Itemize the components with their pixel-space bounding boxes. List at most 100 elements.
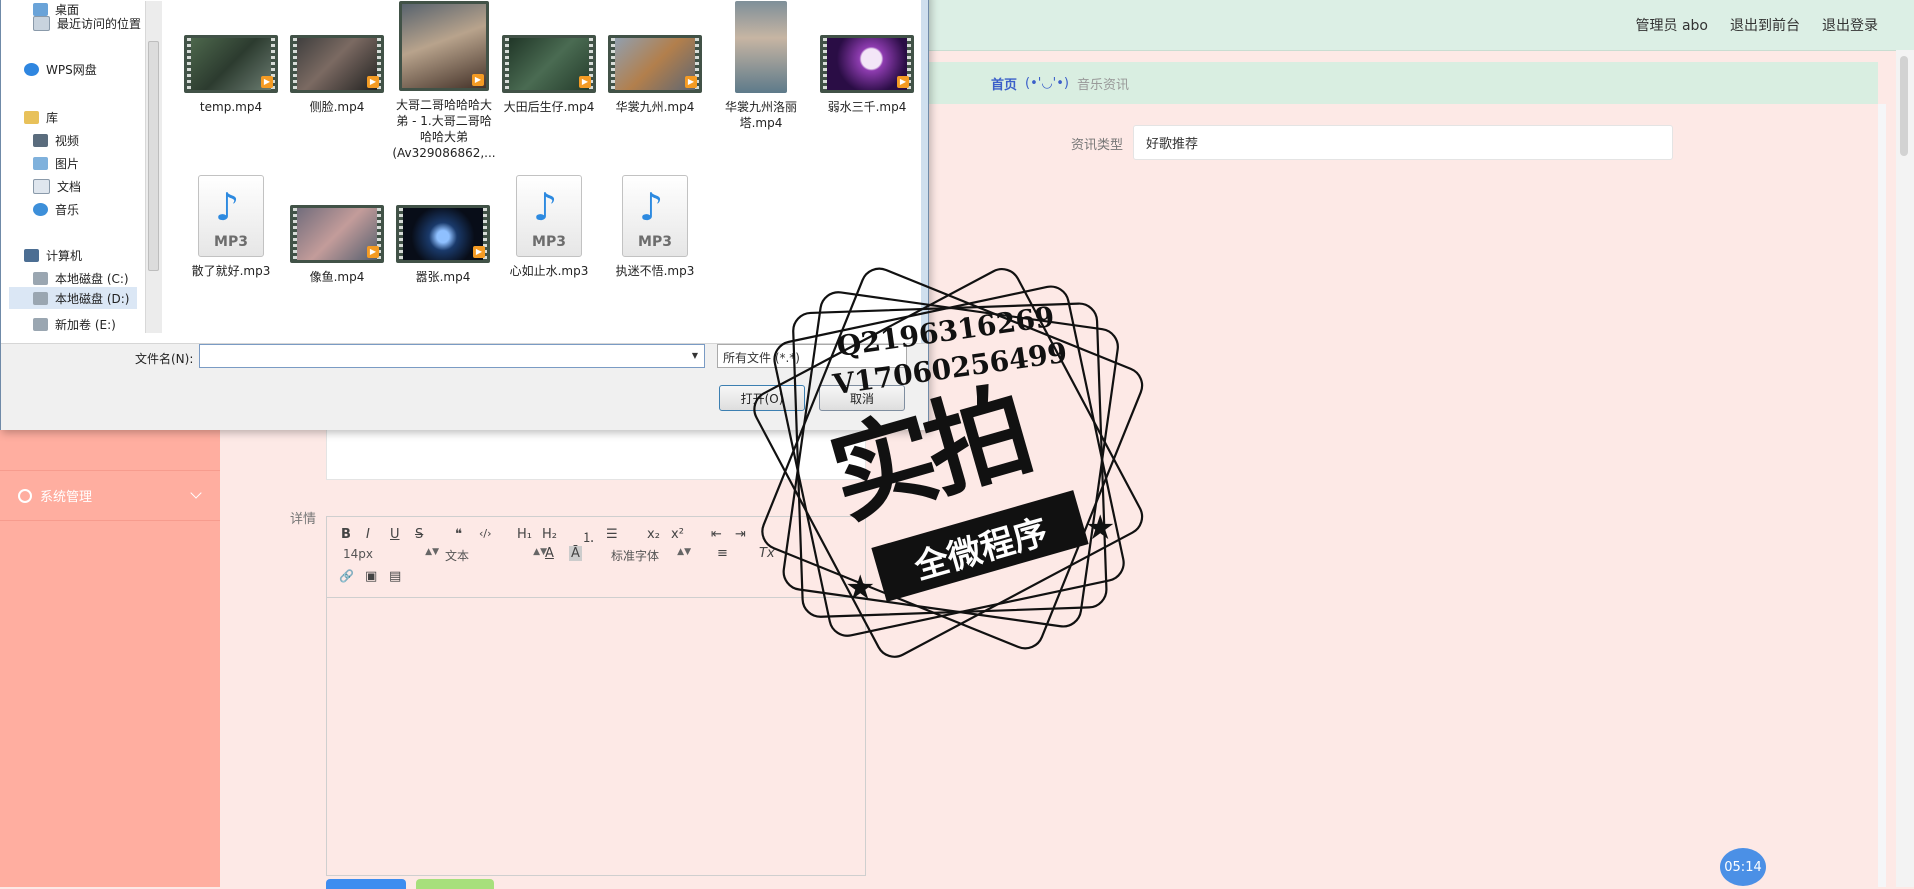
- superscript-button[interactable]: x²: [671, 527, 684, 542]
- breadcrumb-home[interactable]: 首页: [991, 74, 1017, 93]
- type-input[interactable]: 好歌推荐: [1133, 125, 1673, 160]
- sidebar-item-system[interactable]: 系统管理: [0, 471, 220, 521]
- italic-button[interactable]: I: [366, 527, 370, 542]
- top-bar-actions: 管理员 abo 退出到前台 退出登录: [1636, 15, 1878, 35]
- film-perforation: [505, 38, 509, 90]
- underline-button[interactable]: U: [390, 527, 400, 542]
- nav-scrollbar[interactable]: [145, 1, 162, 333]
- nav-label: WPS网盘: [46, 63, 97, 77]
- nav-drive-e[interactable]: 新加卷 (E:): [33, 316, 116, 333]
- nav-music[interactable]: 音乐: [33, 201, 79, 218]
- file-item[interactable]: ▶ 大田后生仔.mp4: [498, 35, 600, 115]
- ordered-list-button[interactable]: ⒈: [582, 527, 595, 546]
- dropdown-arrow-icon[interactable]: ▼: [692, 351, 698, 360]
- file-item[interactable]: ▶ 华裳九州.mp4: [604, 35, 706, 115]
- file-name: 散了就好.mp3: [191, 264, 271, 278]
- bullet-list-button[interactable]: ☰: [606, 527, 618, 542]
- logout-link[interactable]: 退出登录: [1822, 15, 1878, 35]
- sidebar-item-label: 系统管理: [40, 490, 93, 505]
- play-icon: ▶: [367, 246, 379, 258]
- file-item[interactable]: ▶ 嚣张.mp4: [392, 205, 494, 285]
- page-scrollbar[interactable]: [1896, 50, 1914, 887]
- library-icon: [24, 111, 39, 124]
- strike-button[interactable]: S: [415, 527, 423, 542]
- nav-label: 视频: [55, 134, 80, 148]
- submit-button[interactable]: [326, 879, 406, 889]
- h1-button[interactable]: H₁: [517, 527, 532, 542]
- font-family-value: 标准字体: [611, 549, 660, 563]
- film-perforation: [187, 38, 191, 90]
- drive-icon: [33, 272, 48, 285]
- nav-drive-d[interactable]: 本地磁盘 (D:): [9, 287, 137, 309]
- file-item[interactable]: 华裳九州洛丽塔.mp4: [710, 1, 812, 131]
- file-item[interactable]: ♪ MP3 执迷不悟.mp3: [604, 175, 706, 279]
- video-thumbnail: ▶: [290, 35, 384, 93]
- music-note-icon: [33, 203, 48, 216]
- format-select[interactable]: 文本 ▲▼: [445, 547, 547, 564]
- subscript-button[interactable]: x₂: [647, 527, 660, 542]
- nav-library[interactable]: 库: [24, 109, 58, 126]
- select-arrow-icon: ▲▼: [425, 547, 439, 557]
- link-button[interactable]: 🔗: [339, 569, 354, 583]
- video-button[interactable]: ▤: [389, 569, 401, 584]
- file-item[interactable]: ▶ temp.mp4: [180, 35, 282, 115]
- star-icon: ★: [845, 568, 876, 608]
- nav-label: 本地磁盘 (D:): [55, 291, 130, 306]
- quote-button[interactable]: ❝: [455, 527, 462, 542]
- format-value: 文本: [445, 549, 470, 563]
- computer-icon: [24, 249, 39, 262]
- detail-label: 详情: [290, 512, 317, 527]
- video-thumbnail: ▶: [502, 35, 596, 93]
- file-name: 嚣张.mp4: [415, 270, 471, 284]
- nav-videos[interactable]: 视频: [33, 132, 79, 149]
- cloud-icon: [24, 63, 39, 76]
- outdent-button[interactable]: ⇤: [711, 527, 722, 542]
- background-color-button[interactable]: Ā: [569, 546, 582, 561]
- page-scrollbar-thumb[interactable]: [1900, 56, 1908, 156]
- film-perforation: [611, 38, 615, 90]
- file-name: 大田后生仔.mp4: [503, 100, 595, 114]
- filename-label: 文件名(N):: [135, 352, 194, 366]
- code-button[interactable]: ‹/›: [479, 527, 492, 540]
- nav-recent[interactable]: 最近访问的位置: [33, 15, 141, 32]
- nav-scrollbar-thumb[interactable]: [148, 41, 159, 271]
- nav-wps[interactable]: WPS网盘: [24, 61, 97, 78]
- nav-label: 最近访问的位置: [57, 17, 142, 31]
- cancel-form-button[interactable]: [416, 879, 494, 889]
- settings-icon: [18, 488, 32, 503]
- file-name: 大哥二哥哈哈哈大弟 - 1.大哥二哥哈哈哈大弟(Av329086862,...: [392, 98, 496, 160]
- document-folder-icon: [33, 179, 50, 194]
- watermark-stamp: Q2196316269 V17060256499 实拍 全微程序 ★ ★: [740, 250, 1170, 680]
- file-item[interactable]: ♪ MP3 散了就好.mp3: [180, 175, 282, 279]
- exit-to-front-link[interactable]: 退出到前台: [1730, 15, 1800, 35]
- mp3-file-icon: ♪ MP3: [198, 175, 264, 257]
- content-edge: [1878, 104, 1886, 887]
- nav-label: 本地磁盘 (C:): [55, 272, 129, 286]
- play-icon: ▶: [472, 74, 484, 86]
- play-icon: ▶: [261, 76, 273, 88]
- file-item[interactable]: ▶ 像鱼.mp4: [286, 205, 388, 285]
- nav-drive-c[interactable]: 本地磁盘 (C:): [33, 270, 129, 287]
- file-item[interactable]: ▶ 大哥二哥哈哈哈大弟 - 1.大哥二哥哈哈哈大弟(Av329086862,..…: [392, 0, 496, 161]
- video-thumbnail: ▶: [396, 205, 490, 263]
- font-family-select[interactable]: 标准字体 ▲▼: [611, 547, 691, 564]
- filename-input[interactable]: ▼: [199, 344, 705, 368]
- h2-button[interactable]: H₂: [542, 527, 557, 542]
- select-arrow-icon: ▲▼: [677, 547, 692, 557]
- nav-pictures[interactable]: 图片: [33, 155, 79, 172]
- image-button[interactable]: ▣: [365, 569, 377, 584]
- align-button[interactable]: ≡: [717, 546, 728, 561]
- file-name: 华裳九州洛丽塔.mp4: [724, 100, 797, 130]
- film-perforation: [399, 208, 403, 260]
- font-color-button[interactable]: A: [545, 546, 554, 561]
- video-thumbnail: ▶: [820, 35, 914, 93]
- nav-documents[interactable]: 文档: [33, 178, 81, 195]
- nav-computer[interactable]: 计算机: [24, 247, 82, 264]
- bold-button[interactable]: B: [341, 527, 351, 542]
- file-item[interactable]: ♪ MP3 心如止水.mp3: [498, 175, 600, 279]
- play-icon: ▶: [685, 76, 697, 88]
- video-thumbnail: ▶: [608, 35, 702, 93]
- file-item[interactable]: ▶ 侧脸.mp4: [286, 35, 388, 115]
- font-size-select[interactable]: 14px ▲▼: [343, 547, 439, 561]
- file-item[interactable]: ▶ 弱水三千.mp4: [816, 35, 918, 115]
